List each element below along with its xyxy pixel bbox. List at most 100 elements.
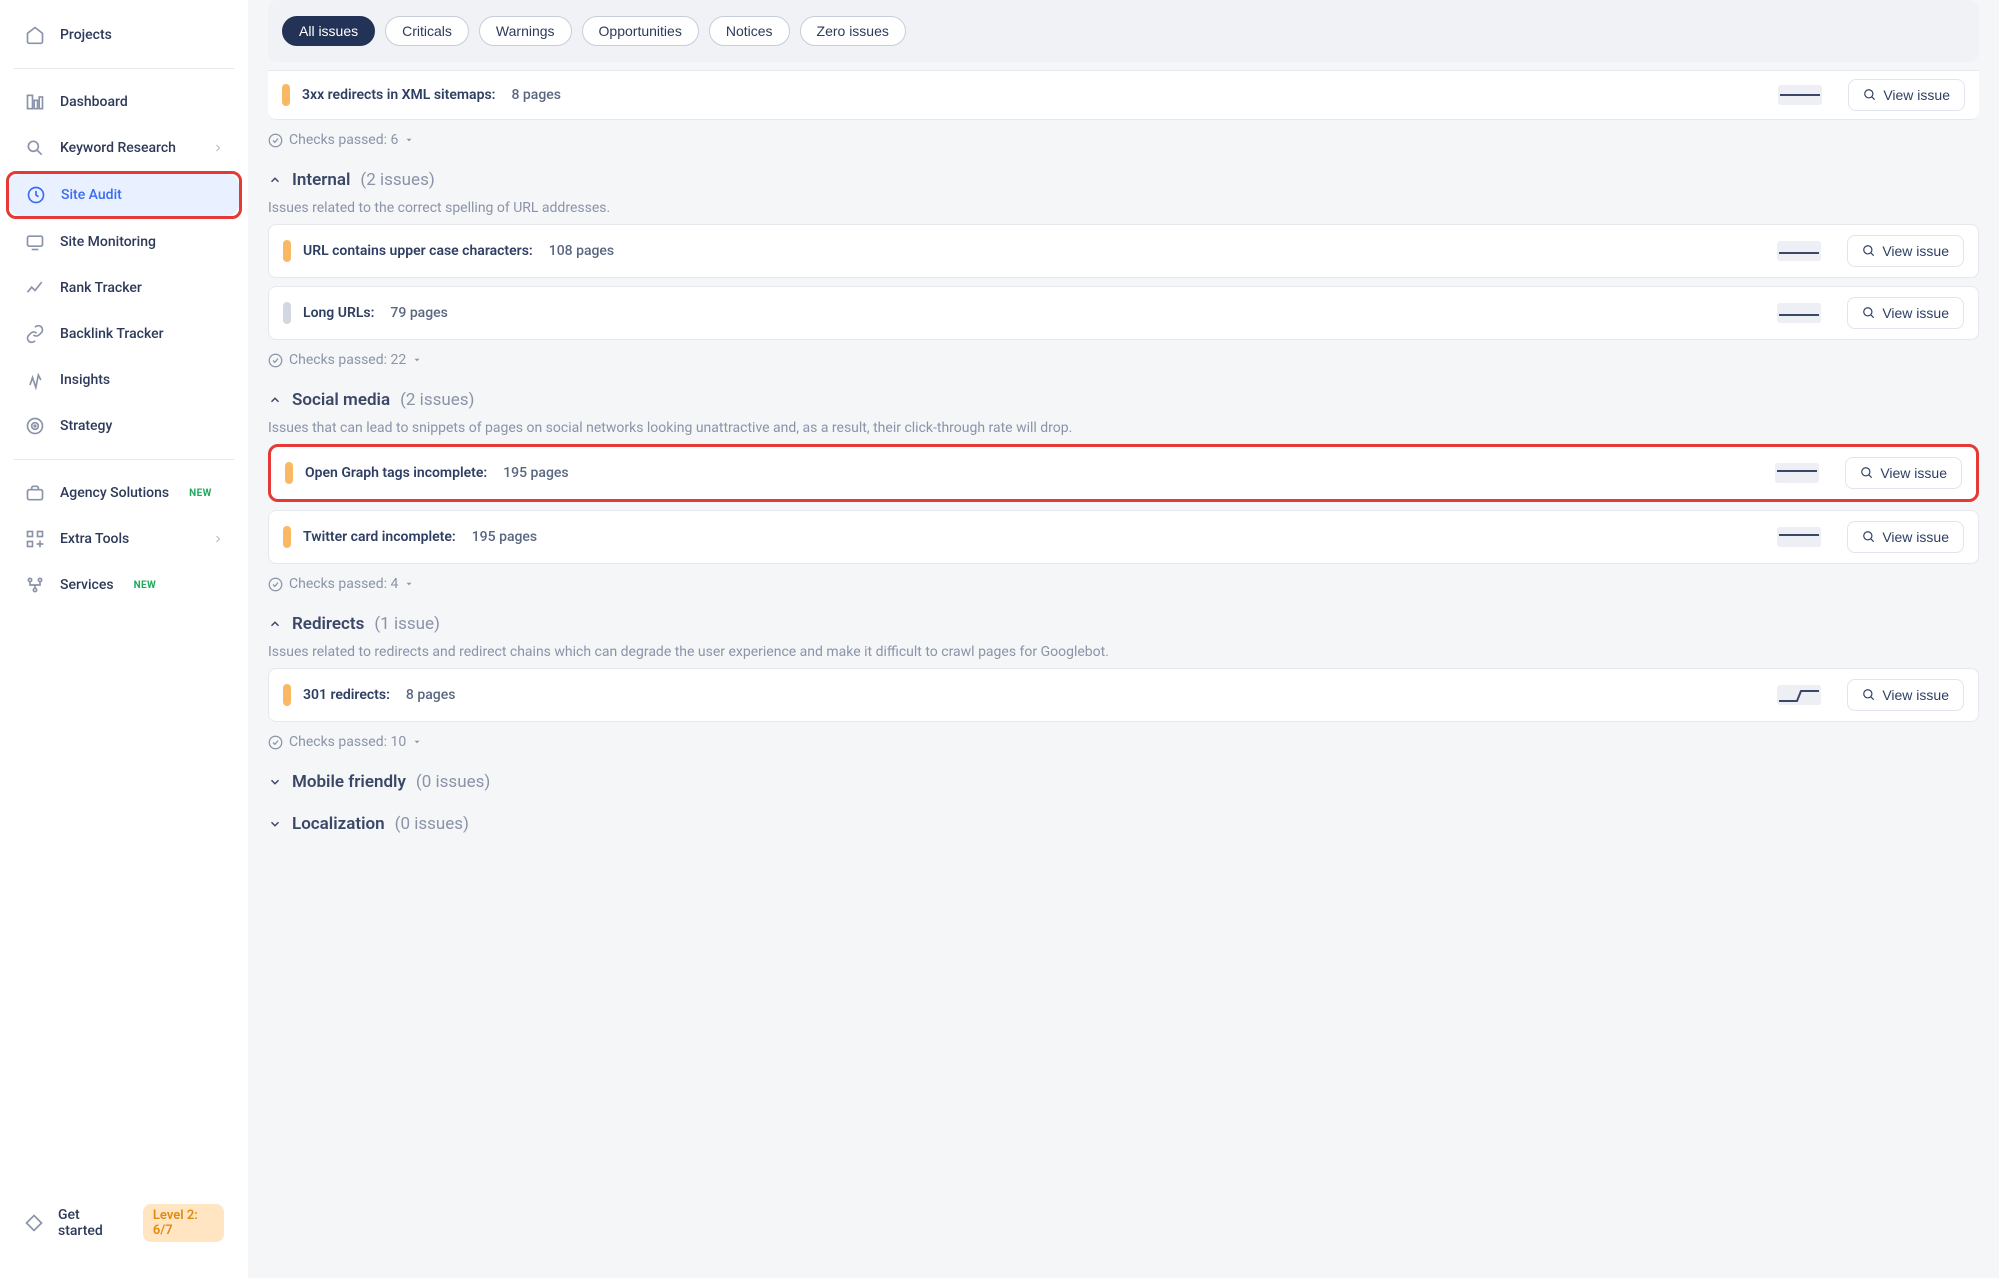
sidebar: Projects Dashboard Keyword Research S [0, 0, 248, 1278]
issue-pages: 108 pages [549, 243, 614, 259]
highlight-site-audit: Site Audit [6, 171, 242, 219]
section-description: Issues related to the correct spelling o… [268, 200, 1979, 216]
checks-passed-toggle[interactable]: Checks passed: 6 [268, 132, 1979, 148]
sidebar-item-label: Get started [58, 1207, 121, 1239]
issue-label: Twitter card incomplete: [303, 529, 456, 545]
section-description: Issues that can lead to snippets of page… [268, 420, 1979, 436]
view-issue-label: View issue [1882, 529, 1949, 545]
issue-row[interactable]: URL contains upper case characters: 108 … [268, 224, 1979, 278]
sidebar-item-projects[interactable]: Projects [8, 14, 240, 56]
issue-pages: 195 pages [503, 465, 568, 481]
strategy-icon [24, 415, 46, 437]
checks-passed-toggle[interactable]: Checks passed: 4 [268, 576, 1979, 592]
sidebar-item-insights[interactable]: Insights [8, 359, 240, 401]
sidebar-item-strategy[interactable]: Strategy [8, 405, 240, 447]
check-circle-icon [268, 353, 283, 368]
sidebar-item-keyword-research[interactable]: Keyword Research [8, 127, 240, 169]
issue-pages: 79 pages [390, 305, 447, 321]
sparkline [1777, 685, 1821, 705]
sparkline [1778, 85, 1822, 105]
section-title: Localization [292, 814, 385, 834]
issue-row[interactable]: Long URLs: 79 pages View issue [268, 286, 1979, 340]
sparkline [1775, 463, 1819, 483]
section-count: (0 issues) [416, 772, 490, 792]
filter-all-issues[interactable]: All issues [282, 16, 375, 46]
section-header[interactable]: Mobile friendly (0 issues) [268, 772, 1979, 792]
severity-marker [282, 84, 290, 106]
view-issue-label: View issue [1880, 465, 1947, 481]
chevron-down-icon [268, 775, 282, 789]
chevron-down-icon [268, 817, 282, 831]
level-badge: Level 2: 6/7 [143, 1204, 224, 1242]
sidebar-item-get-started[interactable]: Get started Level 2: 6/7 [8, 1194, 240, 1252]
view-issue-button[interactable]: View issue [1847, 521, 1964, 553]
caret-down-icon [404, 579, 414, 589]
sidebar-item-agency-solutions[interactable]: Agency Solutions NEW [8, 472, 240, 514]
section-social-media: Social media (2 issues) Issues that can … [268, 390, 1979, 592]
section-internal: Internal (2 issues) Issues related to th… [268, 170, 1979, 368]
sidebar-item-extra-tools[interactable]: Extra Tools [8, 518, 240, 560]
sparkline [1777, 527, 1821, 547]
severity-marker [283, 240, 291, 262]
diamond-icon [24, 1212, 44, 1234]
extra-tools-icon [24, 528, 46, 550]
filter-warnings[interactable]: Warnings [479, 16, 572, 46]
view-issue-button[interactable]: View issue [1847, 679, 1964, 711]
section-header[interactable]: Redirects (1 issue) [268, 614, 1979, 634]
issue-pages: 8 pages [406, 687, 456, 703]
issue-pages: 8 pages [511, 87, 561, 103]
view-issue-button[interactable]: View issue [1847, 297, 1964, 329]
view-issue-button[interactable]: View issue [1845, 457, 1962, 489]
sidebar-item-label: Backlink Tracker [60, 326, 164, 342]
issue-row[interactable]: 301 redirects: 8 pages View issue [268, 668, 1979, 722]
sidebar-item-backlink-tracker[interactable]: Backlink Tracker [8, 313, 240, 355]
check-circle-icon [268, 133, 283, 148]
issue-row[interactable]: Twitter card incomplete: 195 pages View … [268, 510, 1979, 564]
chevron-right-icon [212, 533, 224, 545]
view-issue-button[interactable]: View issue [1848, 79, 1965, 111]
section-title: Social media [292, 390, 390, 410]
view-issue-label: View issue [1883, 87, 1950, 103]
checks-passed-toggle[interactable]: Checks passed: 22 [268, 352, 1979, 368]
sidebar-divider [14, 459, 234, 460]
search-icon [1862, 530, 1876, 544]
sidebar-item-services[interactable]: Services NEW [8, 564, 240, 606]
checks-passed-label: Checks passed: 6 [289, 132, 398, 148]
sidebar-item-label: Rank Tracker [60, 280, 142, 296]
section-header[interactable]: Internal (2 issues) [268, 170, 1979, 190]
view-issue-button[interactable]: View issue [1847, 235, 1964, 267]
issue-pages: 195 pages [472, 529, 537, 545]
issue-row[interactable]: 3xx redirects in XML sitemaps: 8 pages V… [268, 70, 1979, 120]
sidebar-item-label: Site Monitoring [60, 234, 156, 250]
issue-label: 301 redirects: [303, 687, 390, 703]
section-title: Internal [292, 170, 350, 190]
new-badge: NEW [189, 488, 212, 499]
checks-passed-toggle[interactable]: Checks passed: 10 [268, 734, 1979, 750]
severity-marker [283, 526, 291, 548]
briefcase-icon [24, 482, 46, 504]
sidebar-item-site-monitoring[interactable]: Site Monitoring [8, 221, 240, 263]
severity-marker [283, 302, 291, 324]
search-icon [1862, 244, 1876, 258]
sparkline [1777, 303, 1821, 323]
section-header[interactable]: Social media (2 issues) [268, 390, 1979, 410]
filter-criticals[interactable]: Criticals [385, 16, 469, 46]
filter-notices[interactable]: Notices [709, 16, 790, 46]
caret-down-icon [404, 135, 414, 145]
filter-zero[interactable]: Zero issues [800, 16, 906, 46]
section-header[interactable]: Localization (0 issues) [268, 814, 1979, 834]
sidebar-item-rank-tracker[interactable]: Rank Tracker [8, 267, 240, 309]
issue-label: URL contains upper case characters: [303, 243, 533, 259]
issue-row-highlighted[interactable]: Open Graph tags incomplete: 195 pages Vi… [268, 444, 1979, 502]
home-icon [24, 24, 46, 46]
sidebar-item-label: Dashboard [60, 94, 128, 110]
sidebar-item-dashboard[interactable]: Dashboard [8, 81, 240, 123]
issue-label: 3xx redirects in XML sitemaps: [302, 87, 495, 103]
issue-label: Open Graph tags incomplete: [305, 465, 487, 481]
severity-marker [283, 684, 291, 706]
sidebar-item-site-audit[interactable]: Site Audit [9, 174, 239, 216]
section-count: (2 issues) [400, 390, 474, 410]
search-icon [1862, 688, 1876, 702]
filter-opportunities[interactable]: Opportunities [582, 16, 699, 46]
section-mobile-friendly: Mobile friendly (0 issues) [268, 772, 1979, 792]
